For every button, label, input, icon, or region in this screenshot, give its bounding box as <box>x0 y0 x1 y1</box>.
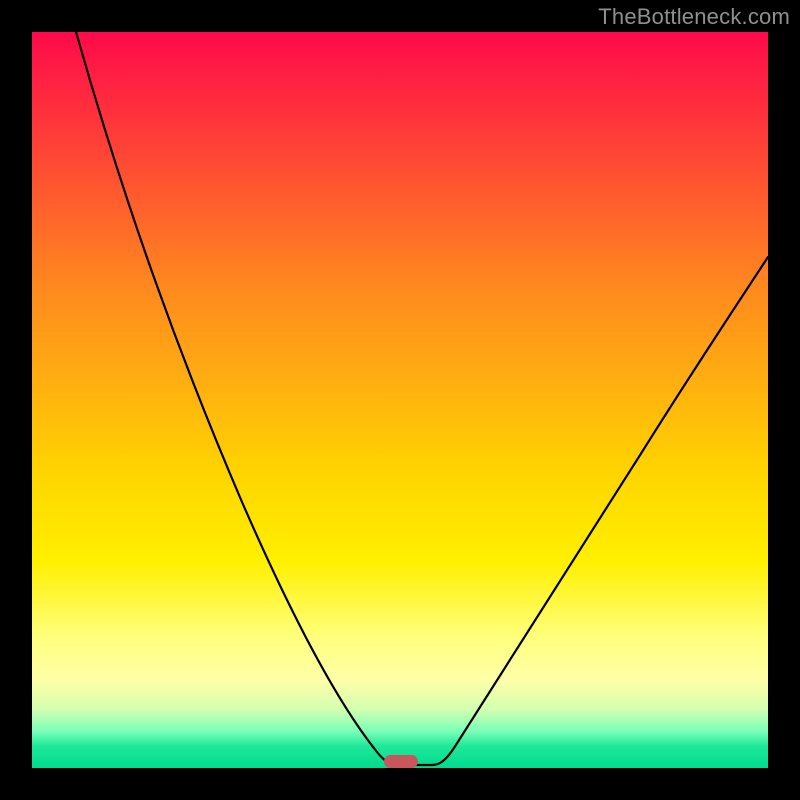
plot-area <box>32 32 768 768</box>
attribution-text: TheBottleneck.com <box>598 4 790 30</box>
optimal-marker <box>384 755 418 768</box>
bottleneck-curve <box>76 32 768 765</box>
chart-svg <box>32 32 768 768</box>
chart-container: TheBottleneck.com <box>0 0 800 800</box>
